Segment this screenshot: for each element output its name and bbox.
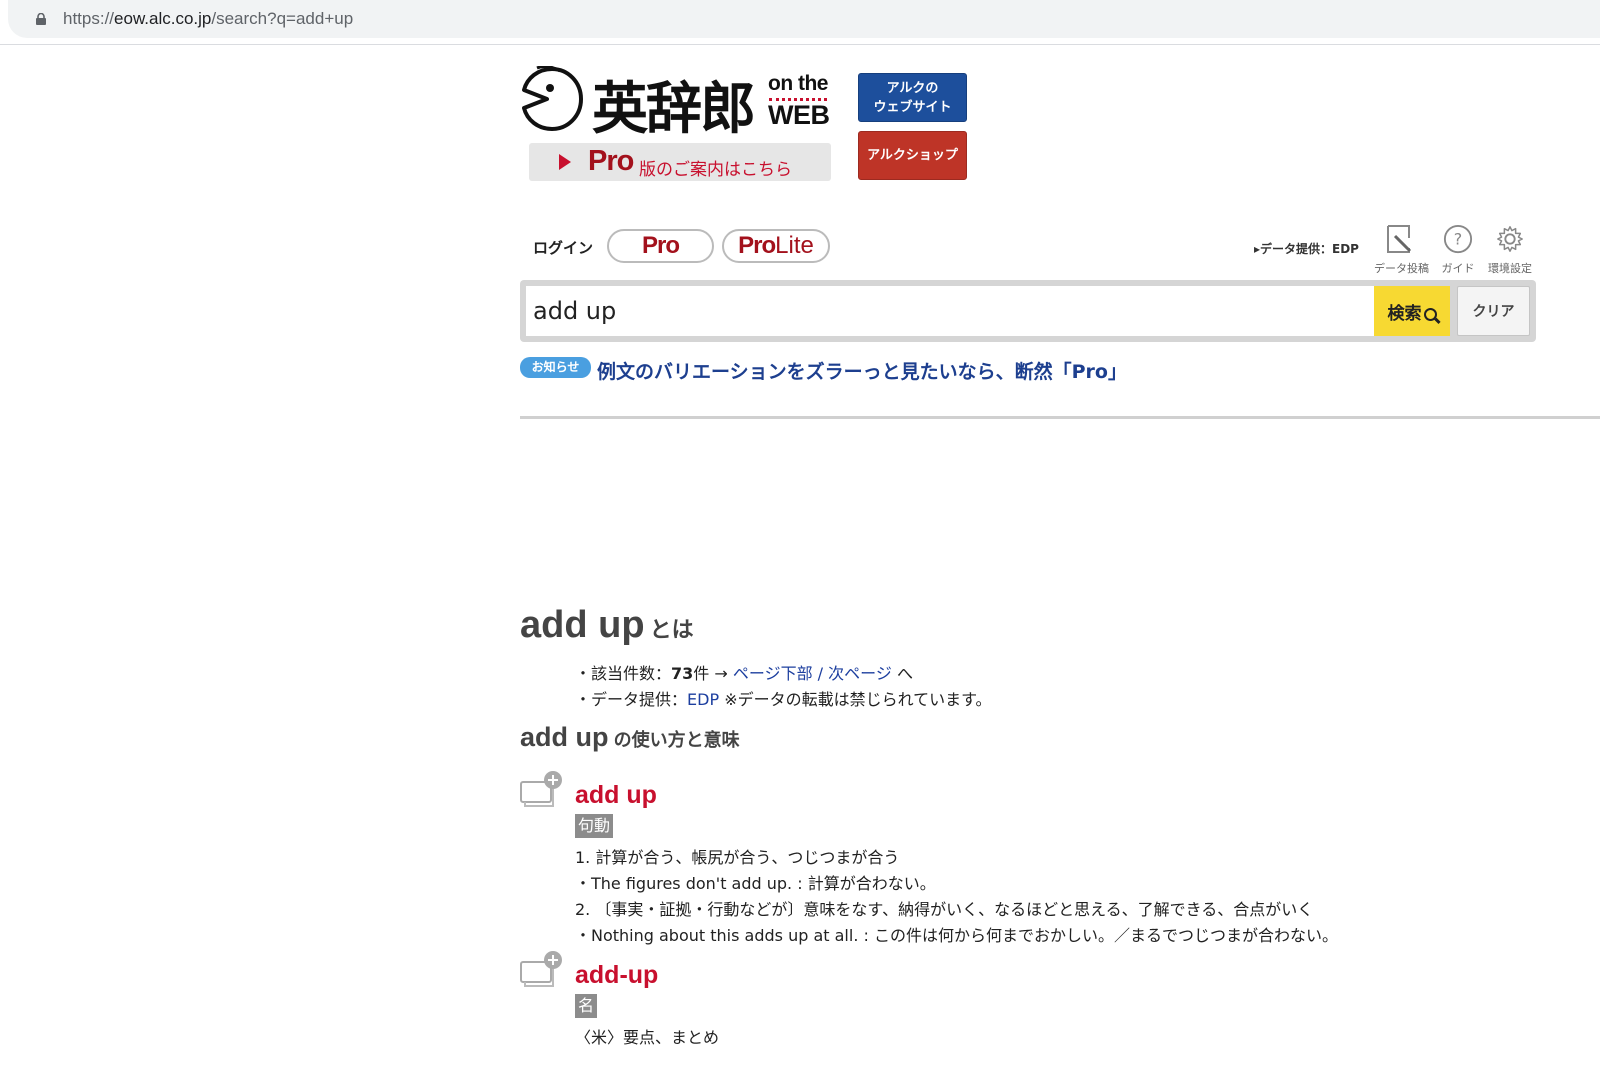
pro-login-button[interactable]: Pro [607, 229, 714, 263]
guide-label: ガイド [1441, 262, 1475, 275]
pencil-page-icon [1387, 225, 1412, 253]
pro-login-label: Pro [641, 232, 680, 259]
search-input[interactable] [526, 286, 1374, 336]
mascot-face-icon [522, 66, 583, 131]
section-divider [520, 416, 1600, 419]
count-unit: 件 [693, 664, 710, 683]
logo-web: WEB [768, 100, 830, 130]
result-title-suffix: とは [649, 618, 694, 643]
pro-banner-text: 版のご案内はこちら [639, 160, 792, 180]
separator: / [817, 664, 824, 683]
settings-label: 環境設定 [1488, 262, 1532, 275]
alc-website-label-2: ウェブサイト [873, 100, 952, 115]
alc-website-label-1: アルクの [886, 81, 939, 96]
url-path: /search?q=add+up [211, 9, 354, 28]
entry-headword: add up [575, 781, 657, 809]
entry-headword: add-up [575, 961, 659, 989]
next-page-suffix: へ [896, 664, 913, 683]
example-line: ・Nothing about this adds up at all. : この… [575, 926, 1338, 945]
data-source-link[interactable]: ▸データ提供：EDP [1254, 240, 1359, 257]
guide-button[interactable]: ? ガイド [1432, 224, 1484, 276]
login-link[interactable]: ログイン [533, 237, 593, 258]
logo-on-the: on the [768, 72, 829, 95]
settings-button[interactable]: 環境設定 [1484, 224, 1536, 276]
alc-website-button[interactable]: アルクの ウェブサイト [858, 73, 967, 122]
prolite-label-lite: Lite [775, 232, 814, 259]
example-line: ・The figures don't add up. : 計算が合わない。 [575, 874, 936, 893]
usage-term: add up [520, 722, 609, 752]
definition-line: 1. 計算が合う、帳尻が合う、つじつまが合う [575, 848, 900, 867]
arrow-icon: → [714, 664, 728, 683]
url-text[interactable]: https://eow.alc.co.jp/search?q=add+up [63, 9, 353, 29]
alc-shop-button[interactable]: アルクショップ [858, 131, 967, 180]
data-provider-line: ・データ提供：EDP ※データの転載は禁じられています。 [575, 686, 992, 710]
prolite-login-button[interactable]: ProLite [722, 229, 830, 263]
url-host: eow.alc.co.jp [114, 9, 212, 28]
logo-title: 英辞郎 [592, 77, 756, 142]
page-bottom-link[interactable]: ページ下部 [733, 664, 813, 683]
prolite-label-pro: Pro [738, 232, 776, 259]
definition-line: 〈米〉要点、まとめ [575, 1028, 720, 1047]
usage-title: add up の使い方と意味 [520, 722, 740, 753]
data-prefix: ・データ提供： [575, 690, 688, 709]
toolbar-divider [0, 44, 1600, 45]
gear-icon [1497, 226, 1523, 252]
next-page-link[interactable]: 次ページ [828, 664, 892, 683]
result-term: add up [520, 604, 645, 646]
definition-line: 2. 〔事実・証拠・行動などが〕意味をなす、納得がいく、なるほどと思える、了解で… [575, 900, 1314, 919]
add-to-wordbook-icon[interactable] [520, 770, 566, 810]
data-post-label: データ投稿 [1374, 262, 1429, 275]
url-scheme: https:// [63, 9, 115, 28]
data-provider-link[interactable]: EDP [687, 690, 719, 709]
search-icon [1423, 307, 1437, 321]
part-of-speech-tag: 句動 [575, 814, 614, 838]
notice-badge: お知らせ [520, 357, 591, 378]
result-count: 73 [671, 664, 694, 683]
site-logo[interactable]: 英辞郎 on the WEB [520, 66, 832, 142]
address-bar[interactable]: https://eow.alc.co.jp/search?q=add+up [8, 0, 1600, 38]
search-bar: 検索 クリア [520, 280, 1536, 342]
part-of-speech-tag: 名 [575, 994, 598, 1018]
add-to-wordbook-icon[interactable] [520, 950, 566, 990]
question-icon: ? [1443, 224, 1473, 254]
count-prefix: ・該当件数： [575, 664, 672, 683]
result-count-line: ・該当件数：73件 → ページ下部 / 次ページ へ [575, 660, 913, 684]
result-title: add up とは [520, 604, 694, 647]
pro-banner-brand: Pro [588, 145, 634, 177]
search-button-label: 検索 [1387, 303, 1422, 324]
notice-link[interactable]: 例文のバリエーションをズラーっと見たいなら、断然「Pro」 [597, 357, 1127, 384]
data-post-button[interactable]: データ投稿 [1374, 224, 1429, 276]
lock-icon [36, 13, 46, 25]
play-triangle-icon [559, 154, 571, 170]
pro-guide-banner[interactable]: Pro 版のご案内はこちら [529, 143, 831, 181]
clear-button[interactable]: クリア [1457, 286, 1530, 336]
svg-text:?: ? [1454, 230, 1462, 249]
usage-suffix: の使い方と意味 [613, 730, 740, 751]
search-button[interactable]: 検索 [1374, 286, 1450, 336]
data-note: ※データの転載は禁じられています。 [724, 690, 992, 709]
